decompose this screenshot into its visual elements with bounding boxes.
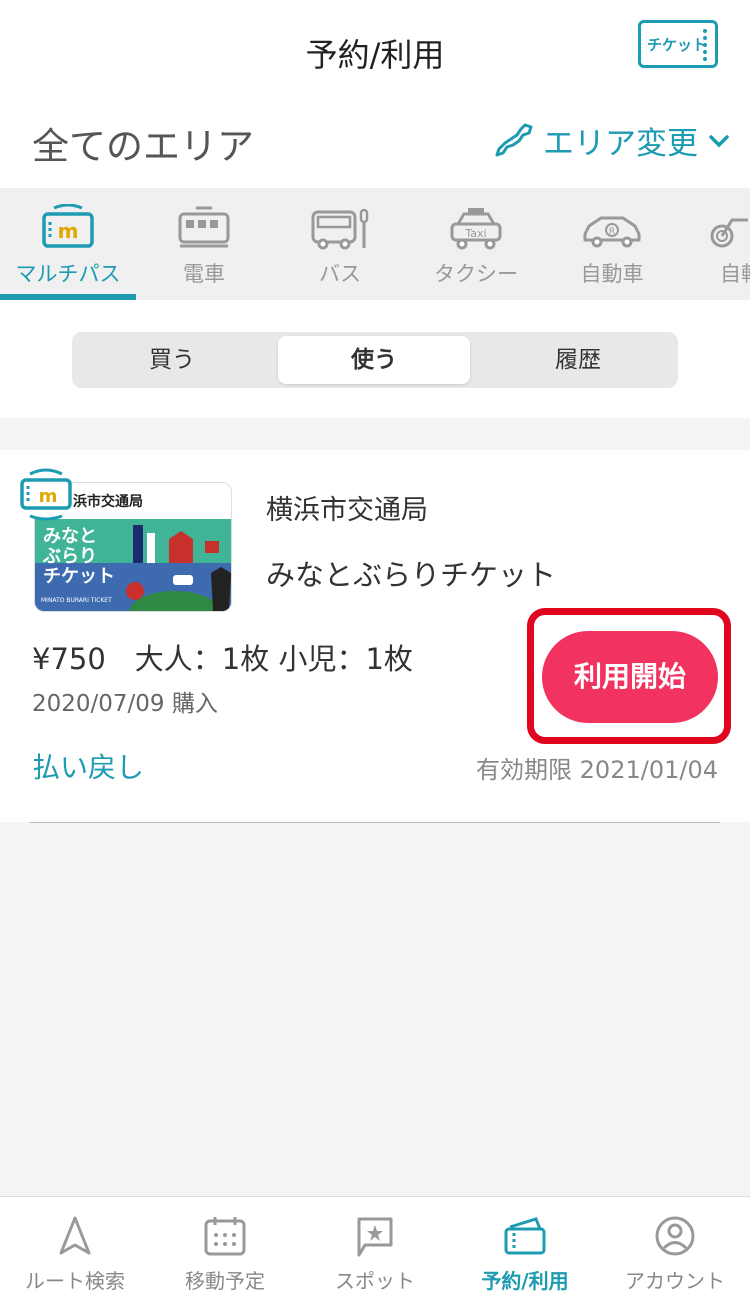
mode-tab-label: バス bbox=[319, 262, 361, 286]
account-icon bbox=[655, 1216, 695, 1256]
bicycle-icon bbox=[710, 218, 748, 248]
svg-text:Taxi: Taxi bbox=[464, 227, 486, 240]
mode-tab-car[interactable]: R 自動車 bbox=[544, 188, 680, 300]
purchase-date: 2020/07/09 購入 bbox=[32, 691, 218, 717]
thumb-ticket-title: みなと ぶらり チケット bbox=[43, 526, 115, 587]
ticket-button-label: チケット bbox=[647, 35, 708, 54]
taxi-icon: Taxi bbox=[450, 208, 502, 250]
ticket-icon bbox=[504, 1217, 546, 1255]
ticket-perforation-icon bbox=[703, 29, 707, 61]
app-header: 予約/利用 チケット bbox=[0, 0, 750, 108]
tab-label: アカウント bbox=[625, 1269, 725, 1293]
spot-flag-icon bbox=[357, 1217, 393, 1257]
tab-account[interactable]: アカウント bbox=[600, 1197, 750, 1294]
svg-text:m: m bbox=[39, 486, 58, 507]
multipass-icon: m bbox=[42, 204, 94, 248]
train-icon bbox=[178, 206, 230, 248]
ticket-name: みなとぶらりチケット bbox=[266, 558, 557, 592]
divider bbox=[30, 822, 720, 823]
tab-label: 移動予定 bbox=[185, 1269, 265, 1293]
ticket-operator: 横浜市交通局 bbox=[266, 495, 428, 526]
bus-icon bbox=[311, 208, 369, 250]
car-icon: R bbox=[583, 216, 641, 248]
tab-label: スポット bbox=[335, 1269, 415, 1293]
mode-tab-bus[interactable]: バス bbox=[272, 188, 408, 300]
mode-tab-label: 電車 bbox=[183, 262, 225, 286]
tab-spot[interactable]: スポット bbox=[300, 1197, 450, 1294]
area-change-label: エリア変更 bbox=[543, 126, 698, 162]
calendar-icon bbox=[204, 1217, 246, 1256]
expiry-date: 有効期限 2021/01/04 bbox=[476, 756, 718, 784]
transport-mode-tabs: m マルチパス 電車 バス Taxi タクシー R 自動車 自 bbox=[0, 188, 750, 300]
mode-tab-bicycle[interactable]: 自転 bbox=[680, 188, 750, 300]
tab-schedule[interactable]: 移動予定 bbox=[150, 1197, 300, 1294]
segment-history[interactable]: 履歴 bbox=[482, 336, 674, 384]
tab-reservation[interactable]: 予約/利用 bbox=[450, 1197, 600, 1294]
mode-tab-label: マルチパス bbox=[15, 262, 121, 286]
ticket-button[interactable]: チケット bbox=[638, 20, 718, 68]
segment-use[interactable]: 使う bbox=[278, 336, 470, 384]
area-change-button[interactable]: エリア変更 bbox=[495, 118, 738, 163]
mode-tab-taxi[interactable]: Taxi タクシー bbox=[408, 188, 544, 300]
mode-tab-multipass[interactable]: m マルチパス bbox=[0, 188, 136, 300]
mode-tab-label: 自転 bbox=[720, 262, 750, 286]
tab-label: ルート検索 bbox=[25, 1269, 125, 1293]
svg-text:R: R bbox=[609, 227, 615, 237]
area-title: 全てのエリア bbox=[32, 125, 254, 168]
ticket-card: 浜市交通局 みなと ぶらり チケット MINATO BURARI TICKET bbox=[0, 450, 750, 822]
tab-route-search[interactable]: ルート検索 bbox=[0, 1197, 150, 1294]
navigation-arrow-icon bbox=[59, 1216, 91, 1255]
segment-buy[interactable]: 買う bbox=[76, 336, 268, 384]
refund-link[interactable]: 払い戻し bbox=[32, 746, 144, 786]
area-bar: 全てのエリア エリア変更 bbox=[0, 108, 750, 188]
mode-tab-train[interactable]: 電車 bbox=[136, 188, 272, 300]
mode-tab-label: 自動車 bbox=[580, 262, 644, 286]
japan-map-icon bbox=[495, 123, 533, 156]
svg-text:m: m bbox=[58, 219, 79, 243]
thumb-subtitle: MINATO BURARI TICKET bbox=[41, 597, 112, 604]
chevron-down-icon bbox=[709, 134, 729, 147]
segment-section: 買う 使う 履歴 bbox=[0, 300, 750, 418]
segmented-control: 買う 使う 履歴 bbox=[72, 332, 678, 388]
bottom-tab-bar: ルート検索 移動予定 スポット 予約/利用 アカウント bbox=[0, 1196, 750, 1294]
tab-label: 予約/利用 bbox=[481, 1269, 569, 1293]
multipass-badge-icon: m bbox=[20, 468, 72, 521]
mode-tab-label: タクシー bbox=[434, 262, 518, 286]
start-use-button[interactable]: 利用開始 bbox=[542, 631, 718, 723]
ticket-price: ¥750 大人：1枚 小児：1枚 bbox=[32, 642, 413, 676]
